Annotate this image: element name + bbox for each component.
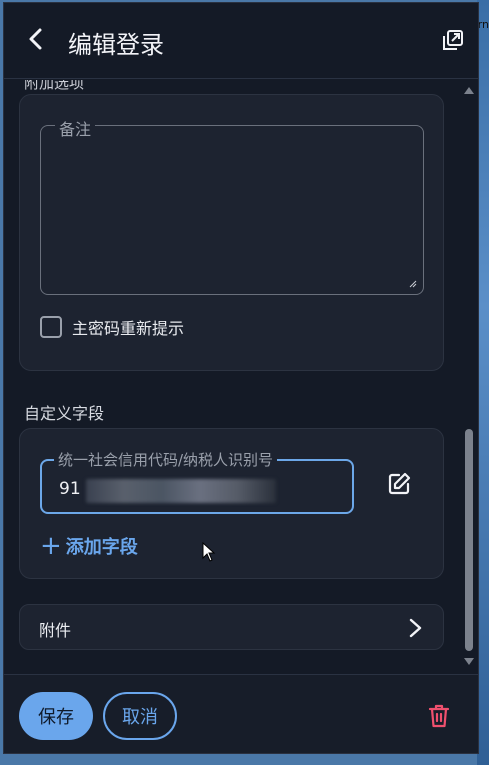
scroll-down-arrow-icon[interactable] [463, 657, 475, 667]
notes-textarea[interactable]: 备注 [40, 116, 424, 295]
cancel-button[interactable]: 取消 [103, 692, 177, 740]
edit-icon[interactable] [386, 471, 412, 497]
add-field-button[interactable]: + 添加字段 [40, 533, 138, 559]
attachments-label: 附件 [39, 621, 72, 640]
chevron-right-icon [409, 618, 422, 638]
form-scroll-area[interactable]: 附加选项 备注 主密码重新提示 自定义字段 统一社会信用代码/纳税人识别号 91 [4, 80, 478, 674]
page-title: 编辑登录 [68, 31, 164, 59]
custom-field-label: 统一社会信用代码/纳税人识别号 [54, 449, 278, 470]
custom-field-value: 91 [59, 479, 81, 499]
scroll-up-arrow-icon[interactable] [463, 85, 475, 95]
header-bar: 编辑登录 [4, 3, 478, 79]
additional-options-label: 附加选项 [24, 80, 85, 92]
notes-card: 备注 主密码重新提示 [19, 94, 444, 371]
popout-icon[interactable] [442, 29, 464, 51]
back-chevron-icon[interactable] [22, 25, 50, 53]
master-password-reprompt-checkbox[interactable] [40, 316, 62, 338]
trash-icon[interactable] [427, 703, 451, 729]
footer-bar: 保存 取消 [4, 674, 478, 753]
add-field-label: 添加字段 [65, 537, 138, 558]
notes-label: 备注 [55, 116, 96, 140]
resize-handle-icon[interactable] [409, 280, 417, 288]
scrollbar-thumb[interactable] [465, 429, 473, 651]
custom-field-input[interactable]: 统一社会信用代码/纳税人识别号 91 [40, 449, 354, 514]
mouse-cursor-icon [202, 542, 216, 562]
save-button[interactable]: 保存 [19, 692, 93, 740]
edit-login-window: 编辑登录 附加选项 备注 主密码重新提示 自定义字段 统一社会信用代码/纳税人识… [3, 2, 479, 754]
master-password-reprompt-row[interactable]: 主密码重新提示 [40, 315, 184, 339]
plus-icon: + [40, 531, 62, 561]
master-password-reprompt-label: 主密码重新提示 [72, 319, 185, 338]
custom-fields-card: 统一社会信用代码/纳税人识别号 91 + 添加字段 [19, 428, 444, 579]
desktop-edge-text: rn [477, 18, 489, 31]
redacted-value [86, 479, 276, 503]
attachments-row[interactable]: 附件 [19, 604, 444, 650]
custom-fields-heading: 自定义字段 [24, 404, 105, 423]
